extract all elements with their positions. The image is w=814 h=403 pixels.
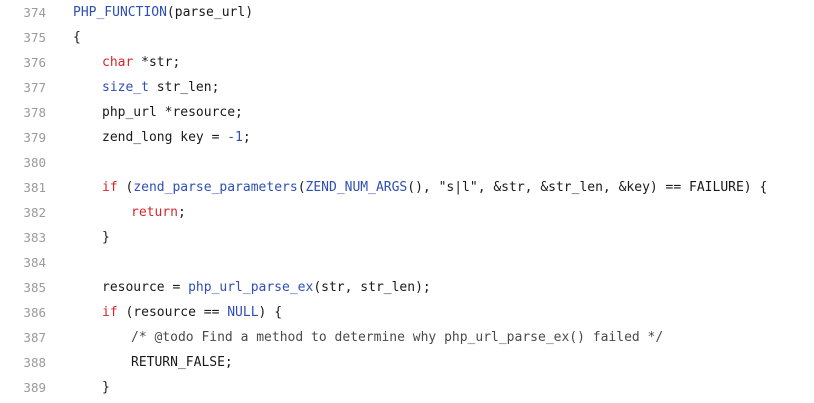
code-text: PHP_FUNCTION(parse_url): [73, 0, 253, 25]
code-token: NULL: [227, 305, 259, 320]
code-text: return;: [131, 200, 186, 225]
line-number[interactable]: 384: [0, 250, 46, 275]
code-text: }: [102, 375, 110, 400]
code-token: str_len;: [148, 80, 220, 95]
code-token: }: [102, 380, 110, 395]
code-token: *str;: [133, 55, 181, 70]
code-line: 376 char *str;: [0, 50, 814, 75]
code-line: 380: [0, 150, 814, 175]
line-number[interactable]: 376: [0, 50, 46, 75]
line-number[interactable]: 375: [0, 25, 46, 50]
code-token: ) {: [258, 305, 283, 320]
line-number[interactable]: 386: [0, 300, 46, 325]
line-number[interactable]: 374: [0, 0, 46, 25]
code-line: 381 if (zend_parse_parameters(ZEND_NUM_AR…: [0, 175, 814, 200]
code-token: resource =: [102, 280, 189, 295]
code-text: resource = php_url_parse_ex(str, str_len…: [102, 275, 431, 300]
code-line: 384: [0, 250, 814, 275]
code-text: char *str;: [102, 50, 180, 75]
code-text: RETURN_FALSE;: [131, 350, 233, 375]
code-token: return: [131, 205, 178, 220]
code-token: PHP_FUNCTION: [73, 5, 167, 20]
code-token: {: [73, 30, 81, 45]
code-text: }: [102, 225, 110, 250]
code-token: if: [102, 305, 118, 320]
code-token: php_url *resource;: [102, 105, 243, 120]
code-token: (parse_url): [166, 5, 254, 20]
line-number[interactable]: 388: [0, 350, 46, 375]
line-number[interactable]: 379: [0, 125, 46, 150]
code-text: {: [73, 25, 81, 50]
line-number[interactable]: 389: [0, 375, 46, 400]
code-token: -1: [227, 130, 243, 145]
code-text: if (zend_parse_parameters(ZEND_NUM_ARGS(…: [102, 175, 767, 200]
code-text: size_t str_len;: [102, 75, 219, 100]
code-token: zend_long key =: [102, 130, 228, 145]
code-line: 386 if (resource == NULL) {: [0, 300, 814, 325]
code-text: php_url *resource;: [102, 100, 243, 125]
line-number[interactable]: 383: [0, 225, 46, 250]
code-token: char: [102, 55, 134, 70]
code-token: (str, str_len);: [313, 280, 431, 295]
code-view: 374 PHP_FUNCTION(parse_url) 375 {376 char *s…: [0, 0, 814, 403]
code-text: /* @todo Find a method to determine why …: [131, 325, 663, 350]
code-text: zend_long key = -1;: [102, 125, 251, 150]
code-line: 377 size_t str_len;: [0, 75, 814, 100]
code-token: ;: [177, 205, 186, 220]
code-line: 385 resource = php_url_parse_ex(str, str_…: [0, 275, 814, 300]
line-number[interactable]: 378: [0, 100, 46, 125]
code-line: 388 RETURN_FALSE;: [0, 350, 814, 375]
code-line: 378 php_url *resource;: [0, 100, 814, 125]
line-number[interactable]: 381: [0, 175, 46, 200]
line-number[interactable]: 387: [0, 325, 46, 350]
code-token: (), "s|l", &str, &str_len, &key) == FAIL…: [407, 180, 768, 195]
code-token: (: [117, 180, 134, 195]
line-number[interactable]: 385: [0, 275, 46, 300]
code-token: ;: [242, 130, 251, 145]
code-token: php_url_parse_ex: [188, 280, 314, 295]
code-token: ZEND_NUM_ARGS: [305, 180, 408, 195]
code-line: 375 {: [0, 25, 814, 50]
line-number[interactable]: 377: [0, 75, 46, 100]
code-line: 383}: [0, 225, 814, 250]
code-token: /* @todo Find a method to determine why …: [131, 330, 664, 345]
code-token: size_t: [102, 80, 149, 95]
code-line: 379 zend_long key = -1;: [0, 125, 814, 150]
code-token: (: [297, 180, 306, 195]
line-number[interactable]: 382: [0, 200, 46, 225]
line-number[interactable]: 380: [0, 150, 46, 175]
code-line: 374 PHP_FUNCTION(parse_url): [0, 0, 814, 25]
code-token: (resource ==: [117, 305, 228, 320]
code-line: 382 return;: [0, 200, 814, 225]
code-token: }: [102, 230, 110, 245]
code-text: if (resource == NULL) {: [102, 300, 282, 325]
code-token: if: [102, 180, 118, 195]
code-token: zend_parse_parameters: [133, 180, 298, 195]
code-line: 389}: [0, 375, 814, 400]
code-token: RETURN_FALSE;: [131, 355, 233, 370]
code-line: 387 /* @todo Find a method to determine w…: [0, 325, 814, 350]
